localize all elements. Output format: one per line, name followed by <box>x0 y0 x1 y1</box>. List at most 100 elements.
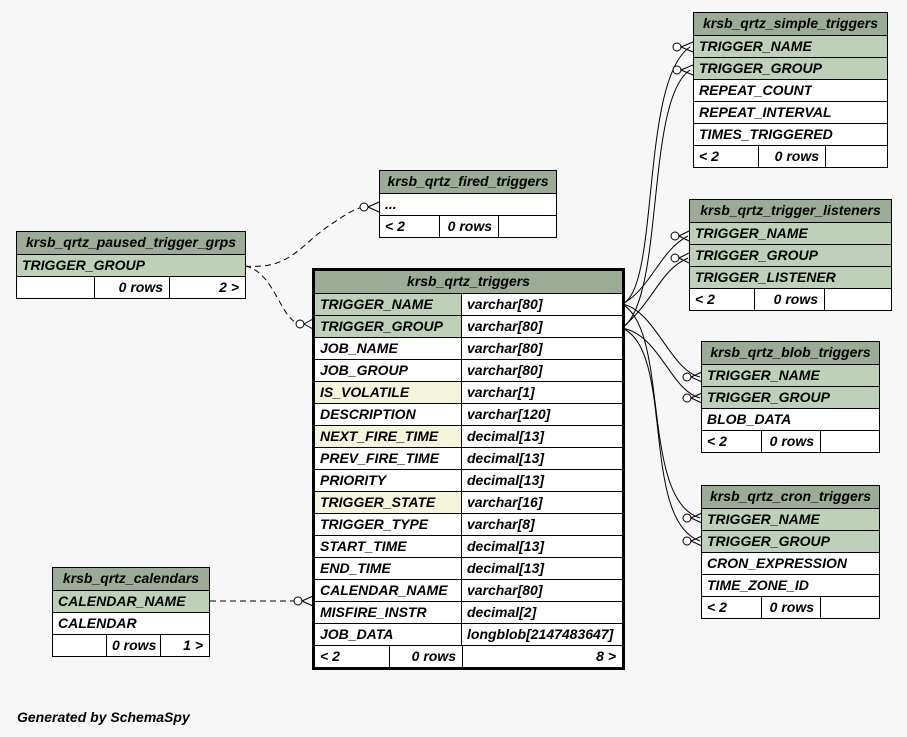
relation-endpoint-icon <box>293 596 303 606</box>
column-name: ... <box>385 196 397 212</box>
column-row[interactable]: TRIGGER_NAME <box>702 364 879 386</box>
table-title: krsb_qrtz_simple_triggers <box>702 15 879 31</box>
column-name: JOB_GROUP <box>315 360 462 381</box>
table-cron-triggers[interactable]: krsb_qrtz_cron_triggers TRIGGER_NAME TRI… <box>701 485 880 619</box>
table-header[interactable]: krsb_qrtz_paused_trigger_grps <box>17 232 245 254</box>
table-calendars[interactable]: krsb_qrtz_calendars CALENDAR_NAME CALEND… <box>52 567 210 657</box>
column-row[interactable]: TRIGGER_NAME <box>694 35 887 57</box>
column-row[interactable]: TRIGGER_GROUP <box>690 244 891 266</box>
column-name: NEXT_FIRE_TIME <box>315 426 462 447</box>
column-row[interactable]: MISFIRE_INSTR decimal[2] <box>315 601 622 623</box>
table-paused-trigger-grps[interactable]: krsb_qrtz_paused_trigger_grps TRIGGER_GR… <box>16 231 246 299</box>
table-header[interactable]: krsb_qrtz_simple_triggers <box>694 13 887 35</box>
table-fired-triggers[interactable]: krsb_qrtz_fired_triggers ... < 2 0 rows <box>379 170 557 238</box>
column-name: CALENDAR_NAME <box>315 580 462 601</box>
column-row[interactable]: IS_VOLATILE varchar[1] <box>315 381 622 403</box>
children-count[interactable]: 2 > <box>169 277 245 298</box>
column-row[interactable]: JOB_NAME varchar[80] <box>315 337 622 359</box>
column-row[interactable]: TIME_ZONE_ID <box>702 574 879 596</box>
row-count: 0 rows <box>106 635 160 656</box>
children-count[interactable]: 1 > <box>160 635 209 656</box>
column-row[interactable]: TRIGGER_GROUP <box>694 57 887 79</box>
column-row[interactable]: TRIGGER_GROUP <box>702 530 879 552</box>
column-row[interactable]: CALENDAR_NAME <box>53 590 209 612</box>
column-row[interactable]: JOB_DATA longblob[2147483647] <box>315 623 622 645</box>
parents-count[interactable]: < 2 <box>702 597 761 618</box>
table-triggers[interactable]: krsb_qrtz_triggers TRIGGER_NAME varchar[8… <box>312 268 625 670</box>
column-row[interactable]: REPEAT_COUNT <box>694 79 887 101</box>
table-footer: < 2 0 rows <box>702 430 879 452</box>
table-header[interactable]: krsb_qrtz_cron_triggers <box>702 486 879 508</box>
column-name: END_TIME <box>315 558 462 579</box>
table-trigger-listeners[interactable]: krsb_qrtz_trigger_listeners TRIGGER_NAME… <box>689 199 892 311</box>
column-row[interactable]: REPEAT_INTERVAL <box>694 101 887 123</box>
parents-count[interactable] <box>17 277 94 298</box>
parents-count[interactable]: < 2 <box>694 146 758 167</box>
column-row[interactable]: TIMES_TRIGGERED <box>694 123 887 145</box>
column-row[interactable]: NEXT_FIRE_TIME decimal[13] <box>315 425 622 447</box>
column-name: TRIGGER_GROUP <box>699 60 822 76</box>
implied-relation-line <box>244 265 301 325</box>
relation-endpoint-icon <box>295 319 305 329</box>
table-header[interactable]: krsb_qrtz_trigger_listeners <box>690 200 891 222</box>
table-header[interactable]: krsb_qrtz_triggers <box>315 271 622 293</box>
column-row[interactable]: CALENDAR <box>53 612 209 634</box>
table-simple-triggers[interactable]: krsb_qrtz_simple_triggers TRIGGER_NAME T… <box>693 12 888 168</box>
column-type: decimal[13] <box>467 538 545 554</box>
column-row[interactable]: TRIGGER_LISTENER <box>690 266 891 288</box>
table-header[interactable]: krsb_qrtz_blob_triggers <box>702 342 879 364</box>
children-count[interactable] <box>820 431 879 452</box>
column-row[interactable]: TRIGGER_GROUP <box>17 254 245 276</box>
table-title: krsb_qrtz_paused_trigger_grps <box>25 234 237 250</box>
column-row[interactable]: END_TIME decimal[13] <box>315 557 622 579</box>
children-count[interactable] <box>825 146 887 167</box>
column-row[interactable]: TRIGGER_TYPE varchar[8] <box>315 513 622 535</box>
relation-endpoint-icon <box>682 372 692 382</box>
column-row[interactable]: TRIGGER_GROUP varchar[80] <box>315 315 622 337</box>
column-type: decimal[2] <box>467 604 537 620</box>
column-name: REPEAT_COUNT <box>699 82 813 98</box>
row-count: 0 rows <box>761 431 820 452</box>
parents-count[interactable]: < 2 <box>702 431 761 452</box>
table-title: krsb_qrtz_calendars <box>62 570 200 586</box>
children-count[interactable] <box>498 216 556 237</box>
table-blob-triggers[interactable]: krsb_qrtz_blob_triggers TRIGGER_NAME TRI… <box>701 341 880 453</box>
parents-count[interactable]: < 2 <box>315 646 389 667</box>
table-footer: < 2 0 rows <box>380 215 556 237</box>
table-footer: < 2 0 rows 8 > <box>315 645 622 667</box>
table-title: krsb_qrtz_triggers <box>407 273 530 289</box>
column-row[interactable]: DESCRIPTION varchar[120] <box>315 403 622 425</box>
column-name: TRIGGER_NAME <box>699 38 812 54</box>
table-header[interactable]: krsb_qrtz_calendars <box>53 568 209 590</box>
column-name: TRIGGER_GROUP <box>315 316 462 337</box>
parents-count[interactable] <box>53 635 106 656</box>
column-name: BLOB_DATA <box>707 411 792 427</box>
column-name: TRIGGER_GROUP <box>707 389 830 405</box>
column-name: DESCRIPTION <box>315 404 462 425</box>
parents-count[interactable]: < 2 <box>690 289 754 310</box>
table-header[interactable]: krsb_qrtz_fired_triggers <box>380 171 556 193</box>
children-count[interactable] <box>824 289 891 310</box>
column-row[interactable]: BLOB_DATA <box>702 408 879 430</box>
relation-line <box>621 327 701 542</box>
column-row[interactable]: TRIGGER_NAME varchar[80] <box>315 293 622 315</box>
column-row[interactable]: TRIGGER_GROUP <box>702 386 879 408</box>
crows-foot-icon <box>680 41 694 53</box>
row-count: 0 rows <box>439 216 498 237</box>
column-row[interactable]: ... <box>380 193 556 215</box>
column-row[interactable]: JOB_GROUP varchar[80] <box>315 359 622 381</box>
column-row[interactable]: TRIGGER_NAME <box>702 508 879 530</box>
relation-endpoint-icon <box>359 202 369 212</box>
row-count: 0 rows <box>761 597 820 618</box>
column-row[interactable]: CRON_EXPRESSION <box>702 552 879 574</box>
children-count[interactable]: 8 > <box>462 646 622 667</box>
column-row[interactable]: TRIGGER_STATE varchar[16] <box>315 491 622 513</box>
children-count[interactable] <box>820 597 879 618</box>
column-row[interactable]: CALENDAR_NAME varchar[80] <box>315 579 622 601</box>
parents-count[interactable]: < 2 <box>380 216 439 237</box>
column-row[interactable]: PRIORITY decimal[13] <box>315 469 622 491</box>
column-row[interactable]: TRIGGER_NAME <box>690 222 891 244</box>
column-row[interactable]: PREV_FIRE_TIME decimal[13] <box>315 447 622 469</box>
column-row[interactable]: START_TIME decimal[13] <box>315 535 622 557</box>
relation-line <box>621 69 691 329</box>
